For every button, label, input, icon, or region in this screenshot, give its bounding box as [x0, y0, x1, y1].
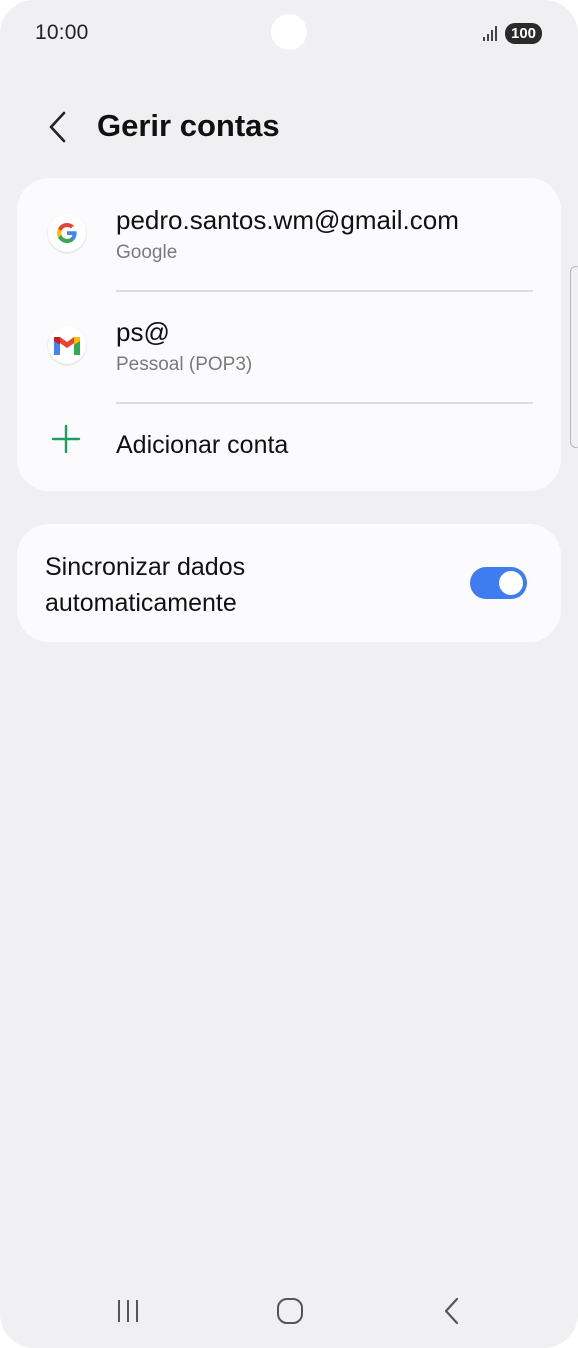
battery-level: 100: [510, 25, 537, 42]
chevron-left-icon: [49, 111, 66, 143]
nav-back-button[interactable]: [430, 1291, 474, 1331]
status-time: 10:00: [35, 21, 89, 44]
sync-card[interactable]: Sincronizar dados automaticamente: [17, 524, 561, 642]
account-row-pop3[interactable]: ps@ Pessoal (POP3): [17, 290, 561, 402]
sync-label-line1: Sincronizar dados: [45, 553, 246, 581]
scroll-indicator: [570, 266, 578, 448]
google-icon: [48, 214, 86, 252]
battery-indicator: 100: [505, 23, 542, 44]
account-email: pedro.santos.wm@gmail.com: [116, 205, 459, 235]
status-bar: 10:00 100: [0, 0, 578, 66]
account-type: Google: [116, 242, 178, 263]
screen: 10:00 100 Gerir contas pedro.santos.wm@g…: [0, 0, 578, 1348]
camera-cutout: [271, 14, 307, 50]
back-icon: [444, 1297, 459, 1325]
recents-button[interactable]: [107, 1291, 151, 1331]
toggle-knob: [499, 571, 523, 595]
sync-label: Sincronizar dados automaticamente: [45, 549, 365, 621]
sync-label-line2: automaticamente: [45, 589, 237, 617]
plus-icon: [51, 424, 81, 454]
add-account-row[interactable]: [17, 402, 561, 491]
page-title: Gerir contas: [97, 108, 280, 143]
add-account-label: Adicionar conta: [116, 431, 289, 459]
signal-icon: [483, 26, 497, 41]
back-button[interactable]: [36, 104, 80, 150]
recents-icon: [118, 1300, 138, 1322]
sync-toggle[interactable]: [470, 567, 527, 599]
accounts-card: pedro.santos.wm@gmail.com Google ps@ Pes…: [17, 178, 561, 491]
account-type: Pessoal (POP3): [116, 354, 253, 375]
home-icon: [277, 1298, 303, 1324]
account-email: ps@: [116, 317, 170, 347]
home-button[interactable]: [268, 1291, 312, 1331]
account-row-google[interactable]: pedro.santos.wm@gmail.com Google: [17, 178, 561, 290]
gmail-icon: [48, 326, 86, 364]
